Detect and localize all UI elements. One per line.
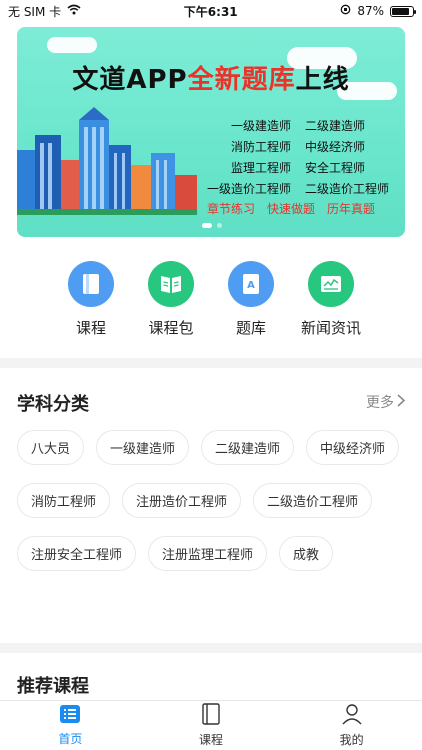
banner-title-app: 文道APP bbox=[72, 65, 188, 95]
tab-courses[interactable]: 课程 bbox=[141, 701, 282, 750]
subjects-title: 学科分类 bbox=[17, 394, 89, 415]
subject-tag[interactable]: 一级建造师 bbox=[96, 430, 190, 465]
carrier-text: 无 SIM 卡 bbox=[8, 4, 62, 19]
person-icon bbox=[341, 703, 363, 729]
banner-title-suffix: 上线 bbox=[295, 65, 350, 95]
exam-item: 一级建造师 bbox=[230, 119, 291, 133]
exam-item: 二级建造师 bbox=[305, 119, 366, 133]
quick-nav-label: 课程 bbox=[75, 319, 106, 337]
wifi-icon bbox=[67, 4, 81, 18]
open-book-icon bbox=[148, 261, 194, 307]
subject-tag[interactable]: 注册造价工程师 bbox=[122, 483, 242, 518]
question-bank-icon: A bbox=[228, 261, 274, 307]
subject-tag[interactable]: 消防工程师 bbox=[17, 483, 111, 518]
highlight-item: 章节练习 bbox=[207, 202, 256, 216]
section-divider bbox=[0, 358, 422, 368]
subject-tag[interactable]: 二级建造师 bbox=[201, 430, 295, 465]
exam-item: 监理工程师 bbox=[230, 161, 291, 175]
tab-home[interactable]: 首页 bbox=[0, 701, 141, 750]
subject-tags: 八大员 一级建造师 二级建造师 中级经济师 消防工程师 注册造价工程师 二级造价… bbox=[17, 430, 409, 571]
status-left: 无 SIM 卡 bbox=[8, 3, 81, 20]
more-label: 更多 bbox=[366, 395, 394, 411]
exam-item: 一级造价工程师 bbox=[206, 182, 291, 196]
recommended-courses-title: 推荐课程 bbox=[17, 676, 89, 697]
exam-item: 中级经济师 bbox=[305, 140, 366, 154]
home-page: 无 SIM 卡 下午6:31 87% 文道APP全新题库上线 一级建造师 二级建… bbox=[0, 0, 422, 750]
carousel-indicator[interactable] bbox=[202, 223, 222, 228]
highlight-item: 历年真题 bbox=[327, 202, 376, 216]
promo-banner[interactable]: 文道APP全新题库上线 一级建造师 二级建造师 消防工程师 中级经济师 监理工程… bbox=[17, 27, 405, 237]
battery-icon bbox=[389, 5, 416, 17]
tab-profile[interactable]: 我的 bbox=[281, 701, 422, 750]
news-icon bbox=[308, 261, 354, 307]
tab-label: 课程 bbox=[199, 733, 224, 747]
quick-nav-question-bank[interactable]: A 题库 bbox=[211, 261, 291, 338]
chevron-right-icon bbox=[397, 393, 406, 411]
highlight-item: 快速做题 bbox=[267, 202, 316, 216]
subject-tag[interactable]: 八大员 bbox=[17, 430, 85, 465]
home-list-icon bbox=[59, 704, 81, 728]
status-right: 87% bbox=[340, 4, 416, 18]
subject-tag[interactable]: 中级经济师 bbox=[306, 430, 400, 465]
quick-nav-label: 新闻资讯 bbox=[300, 319, 361, 337]
exam-item: 消防工程师 bbox=[230, 140, 291, 154]
book-icon bbox=[68, 261, 114, 307]
exam-item: 安全工程师 bbox=[305, 161, 366, 175]
quick-nav-course[interactable]: 课程 bbox=[51, 261, 131, 338]
battery-fill bbox=[391, 7, 410, 15]
subject-tag[interactable]: 成教 bbox=[279, 536, 334, 571]
status-time: 下午6:31 bbox=[183, 4, 238, 19]
cloud-decoration bbox=[47, 37, 97, 53]
tab-label: 我的 bbox=[339, 733, 364, 747]
more-subjects-link[interactable]: 更多 bbox=[366, 392, 406, 412]
subject-tag[interactable]: 注册安全工程师 bbox=[17, 536, 137, 571]
subject-tag[interactable]: 注册监理工程师 bbox=[148, 536, 268, 571]
banner-title-highlight: 全新题库 bbox=[187, 65, 296, 95]
quick-nav: 课程 课程包 A 题库 新闻资讯 bbox=[0, 261, 422, 338]
svg-text:A: A bbox=[247, 280, 255, 291]
quick-nav-news[interactable]: 新闻资讯 bbox=[291, 261, 371, 338]
banner-title: 文道APP全新题库上线 bbox=[17, 59, 405, 96]
book-icon bbox=[201, 703, 221, 729]
banner-highlights: 章节练习 快速做题 历年真题 bbox=[207, 200, 375, 217]
subject-tag[interactable]: 二级造价工程师 bbox=[253, 483, 373, 518]
quick-nav-label: 课程包 bbox=[148, 319, 194, 337]
carousel-dot[interactable] bbox=[217, 223, 222, 228]
orientation-lock-icon bbox=[340, 4, 351, 18]
quick-nav-label: 题库 bbox=[235, 319, 266, 337]
battery-percent: 87% bbox=[357, 4, 384, 18]
quick-nav-course-package[interactable]: 课程包 bbox=[131, 261, 211, 338]
tab-label: 首页 bbox=[58, 732, 83, 746]
city-skyline-illustration bbox=[17, 107, 197, 215]
section-divider bbox=[0, 643, 422, 653]
bottom-tab-bar: 首页 课程 我的 bbox=[0, 700, 422, 750]
exam-item: 二级造价工程师 bbox=[305, 182, 390, 196]
carousel-dot-active[interactable] bbox=[202, 223, 212, 228]
status-bar: 无 SIM 卡 下午6:31 87% bbox=[0, 0, 422, 22]
exam-list: 一级建造师 二级建造师 消防工程师 中级经济师 监理工程师 安全工程师 一级造价… bbox=[197, 117, 397, 197]
